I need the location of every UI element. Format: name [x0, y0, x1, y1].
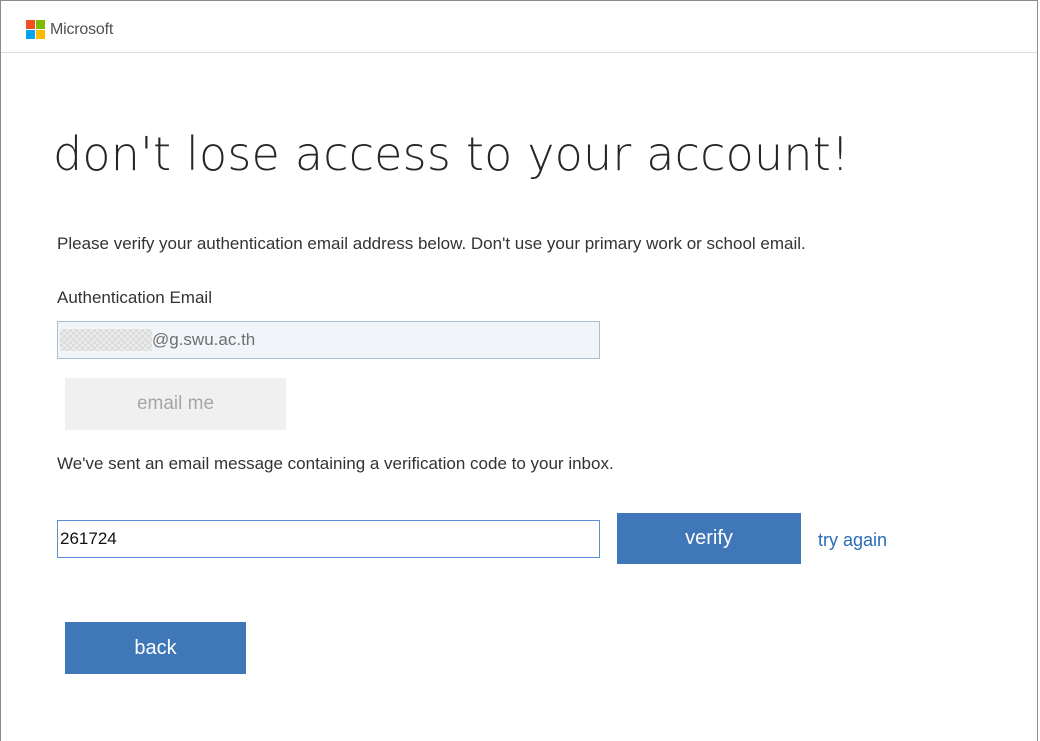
email-me-button[interactable]: email me — [65, 378, 286, 430]
code-sent-message: We've sent an email message containing a… — [57, 454, 614, 473]
redacted-email-mask — [60, 329, 152, 351]
instruction-text: Please verify your authentication email … — [57, 234, 806, 253]
authentication-email-field: @g.swu.ac.th — [57, 321, 600, 359]
authentication-email-value: @g.swu.ac.th — [152, 330, 256, 349]
logo-square-blue — [26, 30, 35, 39]
microsoft-logo: Microsoft — [26, 20, 113, 39]
authentication-email-label: Authentication Email — [57, 288, 212, 307]
logo-square-green — [36, 20, 45, 29]
try-again-link[interactable]: try again — [818, 530, 887, 551]
header-bar: Microsoft — [1, 1, 1037, 53]
page-frame: Microsoft don't lose access to your acco… — [0, 0, 1038, 741]
verify-button[interactable]: verify — [617, 513, 801, 564]
back-button[interactable]: back — [65, 622, 246, 674]
verification-code-input[interactable] — [57, 520, 600, 558]
logo-square-red — [26, 20, 35, 29]
page-title: don't lose access to your account! — [53, 127, 850, 181]
microsoft-logo-icon — [26, 20, 45, 39]
logo-square-yellow — [36, 30, 45, 39]
brand-name: Microsoft — [50, 20, 114, 38]
